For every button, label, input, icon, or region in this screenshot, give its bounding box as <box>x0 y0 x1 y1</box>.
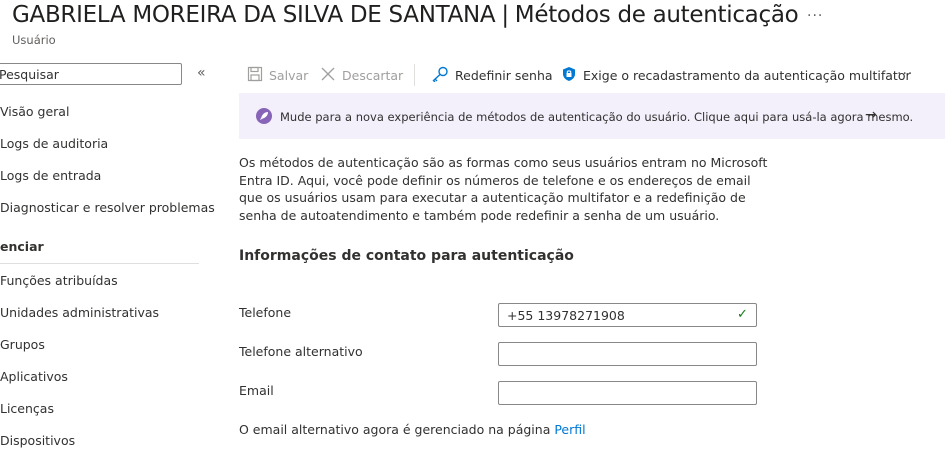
banner-text: Mude para a nova experiência de métodos … <box>280 110 914 124</box>
email-label: Email <box>239 383 274 398</box>
key-icon <box>431 66 449 85</box>
auth-methods-description: Os métodos de autenticação são as formas… <box>239 155 768 223</box>
new-experience-banner[interactable]: Mude para a nova experiência de métodos … <box>239 93 945 139</box>
profile-link[interactable]: Perfil <box>554 422 585 437</box>
toolbar-divider <box>414 64 415 86</box>
toolbar-more-button[interactable]: ··· <box>897 66 913 82</box>
sidebar-item-unidades[interactable]: Unidades administrativas <box>0 305 159 320</box>
require-mfa-reregister-button[interactable]: Exige o recadastramento da autenticação … <box>561 66 911 85</box>
sidebar-item-dispositivos[interactable]: Dispositivos <box>0 433 75 448</box>
close-icon <box>320 66 336 85</box>
alt-email-note: O email alternativo agora é gerenciado n… <box>239 422 586 437</box>
sidebar-item-logs-entrada[interactable]: Logs de entrada <box>0 168 101 183</box>
phone-label: Telefone <box>239 305 292 320</box>
sidebar-item-visao-geral[interactable]: Visão geral <box>0 104 69 119</box>
rocket-icon <box>256 108 272 124</box>
save-button[interactable]: Salvar <box>247 66 308 85</box>
save-icon <box>247 66 263 85</box>
title-separator: | <box>501 2 509 28</box>
sidebar-divider <box>0 263 199 264</box>
alt-email-note-text: O email alternativo agora é gerenciado n… <box>239 422 555 437</box>
sidebar-item-aplicativos[interactable]: Aplicativos <box>0 369 68 384</box>
contact-section-title: Informações de contato para autenticação <box>239 248 574 264</box>
alt-phone-label: Telefone alternativo <box>239 344 363 359</box>
arrow-right-icon: → <box>865 107 877 123</box>
reset-password-label: Redefinir senha <box>455 68 553 83</box>
checkmark-icon: ✓ <box>737 307 748 322</box>
shield-lock-icon <box>561 66 577 85</box>
save-label: Salvar <box>269 68 309 83</box>
collapse-sidebar-button[interactable]: « <box>197 65 206 81</box>
phone-field[interactable] <box>498 303 757 327</box>
page-subtitle: Usuário <box>12 33 56 47</box>
alt-phone-field[interactable] <box>498 342 757 366</box>
discard-button[interactable]: Descartar <box>320 66 403 85</box>
sidebar-item-funcoes[interactable]: Funções atribuídas <box>0 273 118 288</box>
require-mfa-label: Exige o recadastramento da autenticação … <box>583 68 911 83</box>
page-title: GABRIELA MOREIRA DA SILVA DE SANTANA | Mét… <box>12 2 799 28</box>
blade-title: Métodos de autenticação <box>514 2 799 28</box>
email-field[interactable] <box>498 381 757 405</box>
user-name: GABRIELA MOREIRA DA SILVA DE SANTANA <box>12 2 496 28</box>
sidebar-item-diagnosticar[interactable]: Diagnosticar e resolver problemas <box>0 200 215 215</box>
reset-password-button[interactable]: Redefinir senha <box>431 66 553 85</box>
sidebar-search-input[interactable] <box>0 63 182 85</box>
sidebar-section-header: enciar <box>0 239 44 254</box>
discard-label: Descartar <box>342 68 404 83</box>
header-more-button[interactable]: ··· <box>807 8 823 24</box>
sidebar-item-grupos[interactable]: Grupos <box>0 337 45 352</box>
sidebar-item-logs-auditoria[interactable]: Logs de auditoria <box>0 136 108 151</box>
sidebar-item-licencas[interactable]: Licenças <box>0 401 54 416</box>
